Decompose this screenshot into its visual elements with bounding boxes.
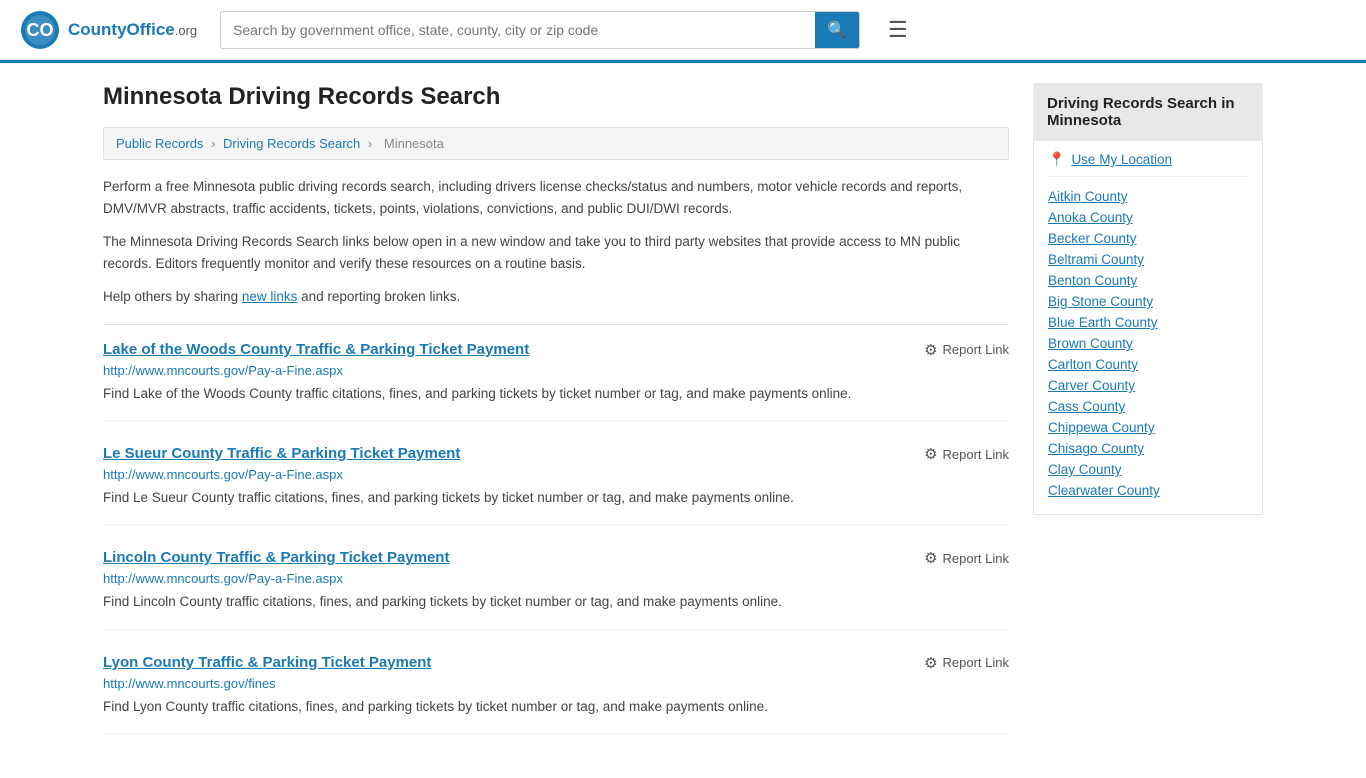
county-list: Aitkin County Anoka County Becker County Be… — [1048, 189, 1248, 498]
location-icon: 📍 — [1048, 151, 1065, 168]
new-links-link[interactable]: new links — [242, 289, 298, 304]
county-link-chippewa-county[interactable]: Chippewa County — [1048, 420, 1248, 435]
result-desc-2: Find Lincoln County traffic citations, f… — [103, 592, 1009, 612]
header: CO CountyOffice.org 🔍 ☰ — [0, 0, 1366, 63]
results-container: Lake of the Woods County Traffic & Parki… — [103, 341, 1009, 734]
report-icon-3: ⚙ — [924, 654, 937, 672]
description-para1: Perform a free Minnesota public driving … — [103, 176, 1009, 219]
report-icon-1: ⚙ — [924, 445, 937, 463]
county-link-anoka-county[interactable]: Anoka County — [1048, 210, 1248, 225]
result-title-row: Lincoln County Traffic & Parking Ticket … — [103, 549, 1009, 567]
county-link-clay-county[interactable]: Clay County — [1048, 462, 1248, 477]
result-desc-3: Find Lyon County traffic citations, fine… — [103, 697, 1009, 717]
result-title-row: Lyon County Traffic & Parking Ticket Pay… — [103, 654, 1009, 672]
county-link-clearwater-county[interactable]: Clearwater County — [1048, 483, 1248, 498]
result-url-0[interactable]: http://www.mncourts.gov/Pay-a-Fine.aspx — [103, 363, 1009, 378]
result-title-row: Le Sueur County Traffic & Parking Ticket… — [103, 445, 1009, 463]
county-link-carlton-county[interactable]: Carlton County — [1048, 357, 1248, 372]
logo-icon: CO — [20, 10, 60, 50]
search-input[interactable] — [221, 14, 815, 46]
result-url-3[interactable]: http://www.mncourts.gov/fines — [103, 676, 1009, 691]
county-link-carver-county[interactable]: Carver County — [1048, 378, 1248, 393]
report-icon-0: ⚙ — [924, 341, 937, 359]
description-para2: The Minnesota Driving Records Search lin… — [103, 231, 1009, 274]
county-link-benton-county[interactable]: Benton County — [1048, 273, 1248, 288]
logo-area: CO CountyOffice.org — [20, 10, 200, 50]
county-link-becker-county[interactable]: Becker County — [1048, 231, 1248, 246]
svg-text:CO: CO — [27, 20, 54, 40]
breadcrumb-minnesota: Minnesota — [384, 136, 444, 151]
result-item: Lincoln County Traffic & Parking Ticket … — [103, 549, 1009, 629]
result-title-0[interactable]: Lake of the Woods County Traffic & Parki… — [103, 341, 529, 358]
description-para3: Help others by sharing new links and rep… — [103, 286, 1009, 308]
page-title: Minnesota Driving Records Search — [103, 83, 1009, 111]
main-container: Minnesota Driving Records Search Public … — [83, 63, 1283, 778]
result-url-1[interactable]: http://www.mncourts.gov/Pay-a-Fine.aspx — [103, 467, 1009, 482]
location-row: 📍 Use My Location — [1048, 151, 1248, 177]
result-title-row: Lake of the Woods County Traffic & Parki… — [103, 341, 1009, 359]
report-link-0[interactable]: ⚙ Report Link — [924, 341, 1009, 359]
sidebar: Driving Records Search in Minnesota 📍 Us… — [1033, 83, 1263, 758]
county-link-chisago-county[interactable]: Chisago County — [1048, 441, 1248, 456]
breadcrumb: Public Records › Driving Records Search … — [103, 127, 1009, 160]
county-link-big-stone-county[interactable]: Big Stone County — [1048, 294, 1248, 309]
result-title-2[interactable]: Lincoln County Traffic & Parking Ticket … — [103, 549, 449, 566]
result-item: Lake of the Woods County Traffic & Parki… — [103, 341, 1009, 421]
report-icon-2: ⚙ — [924, 549, 937, 567]
county-link-beltrami-county[interactable]: Beltrami County — [1048, 252, 1248, 267]
use-my-location[interactable]: Use My Location — [1071, 152, 1172, 167]
county-link-blue-earth-county[interactable]: Blue Earth County — [1048, 315, 1248, 330]
result-title-3[interactable]: Lyon County Traffic & Parking Ticket Pay… — [103, 654, 431, 671]
search-bar: 🔍 — [220, 11, 860, 49]
result-url-2[interactable]: http://www.mncourts.gov/Pay-a-Fine.aspx — [103, 571, 1009, 586]
county-link-aitkin-county[interactable]: Aitkin County — [1048, 189, 1248, 204]
county-link-brown-county[interactable]: Brown County — [1048, 336, 1248, 351]
sidebar-header: Driving Records Search in Minnesota — [1033, 83, 1263, 141]
result-item: Lyon County Traffic & Parking Ticket Pay… — [103, 654, 1009, 734]
result-title-1[interactable]: Le Sueur County Traffic & Parking Ticket… — [103, 445, 460, 462]
logo-text: CountyOffice.org — [68, 20, 197, 40]
result-desc-0: Find Lake of the Woods County traffic ci… — [103, 384, 1009, 404]
breadcrumb-public-records[interactable]: Public Records — [116, 136, 203, 151]
breadcrumb-driving-records[interactable]: Driving Records Search — [223, 136, 360, 151]
report-link-3[interactable]: ⚙ Report Link — [924, 654, 1009, 672]
search-button[interactable]: 🔍 — [815, 12, 859, 48]
content-area: Minnesota Driving Records Search Public … — [103, 83, 1009, 758]
result-desc-1: Find Le Sueur County traffic citations, … — [103, 488, 1009, 508]
county-link-cass-county[interactable]: Cass County — [1048, 399, 1248, 414]
divider — [103, 324, 1009, 325]
menu-button[interactable]: ☰ — [880, 13, 916, 47]
sidebar-content: 📍 Use My Location Aitkin County Anoka Cou… — [1033, 141, 1263, 515]
report-link-2[interactable]: ⚙ Report Link — [924, 549, 1009, 567]
result-item: Le Sueur County Traffic & Parking Ticket… — [103, 445, 1009, 525]
report-link-1[interactable]: ⚙ Report Link — [924, 445, 1009, 463]
